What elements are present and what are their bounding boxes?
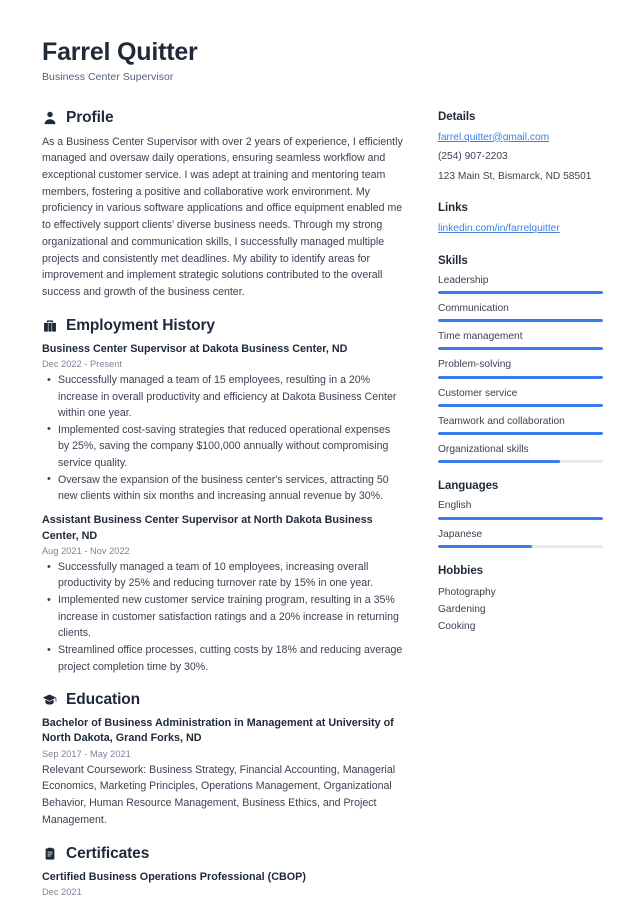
linkedin-link[interactable]: linkedin.com/in/farrelquitter — [438, 221, 603, 238]
bullet-item: Streamlined office processes, cutting co… — [42, 642, 404, 675]
skill-level-fill — [438, 290, 603, 294]
skill-level-fill — [438, 432, 603, 436]
education-entry-description: Relevant Coursework: Business Strategy, … — [42, 763, 396, 826]
skill-level-fill — [438, 375, 603, 379]
employment-entry: Business Center Supervisor at Dakota Bus… — [42, 342, 404, 505]
bullet-item: Oversaw the expansion of the business ce… — [42, 471, 404, 505]
language-level-fill — [438, 544, 533, 548]
main-column: Profile As a Business Center Supervisor … — [42, 109, 404, 913]
language-level-track — [438, 544, 603, 548]
skill-item: Communication — [438, 302, 603, 323]
section-title-employment: Employment History — [66, 316, 215, 334]
skill-level-track — [438, 432, 603, 436]
certificate-entry-date: Dec 2021 — [42, 886, 82, 897]
skill-level-fill — [438, 460, 561, 464]
employment-entry: Assistant Business Center Supervisor at … — [42, 513, 404, 675]
sidebar-title-skills: Skills — [438, 254, 468, 267]
skill-label: Leadership — [438, 274, 489, 286]
employment-heading-row: Employment History — [42, 317, 404, 335]
section-profile: Profile As a Business Center Supervisor … — [42, 109, 404, 301]
education-entry: Bachelor of Business Administration in M… — [42, 716, 404, 829]
language-item: Japanese — [438, 528, 603, 548]
section-employment-history: Employment History Business Center Super… — [42, 317, 404, 675]
bullet-item: Successfully managed a team of 10 employ… — [42, 559, 404, 592]
certificate-entry: Certified Business Operations Profession… — [42, 870, 404, 897]
education-entry-date: Sep 2017 - May 2021 — [42, 748, 131, 759]
resume-body: Profile As a Business Center Supervisor … — [42, 109, 603, 913]
section-education: Education Bachelor of Business Administr… — [42, 691, 404, 829]
sidebar-block-skills: Skills Leadership Communication Time man… — [438, 255, 603, 464]
skill-label: Problem-solving — [438, 359, 512, 371]
employment-entry-bullets: Successfully managed a team of 10 employ… — [42, 559, 404, 675]
mailing-address: 123 Main St, Bismarck, ND 58501 — [438, 170, 592, 182]
language-item: English — [438, 499, 603, 520]
certificate-icon — [42, 846, 57, 861]
candidate-name: Farrel Quitter — [42, 38, 198, 66]
graduation-cap-icon — [42, 692, 57, 707]
hobby-item: Photography — [438, 586, 496, 598]
skill-level-fill — [438, 319, 603, 323]
sidebar-column: Details farrel.quitter@gmail.com (254) 9… — [438, 109, 603, 653]
bullet-item: Successfully managed a team of 15 employ… — [42, 372, 404, 421]
employment-entry-date: Aug 2021 - Nov 2022 — [42, 546, 130, 557]
language-label: English — [438, 500, 472, 512]
skill-item: Teamwork and collaboration — [438, 415, 603, 436]
section-title-certificates: Certificates — [66, 844, 150, 862]
skill-level-fill — [438, 347, 603, 351]
skill-level-track — [438, 319, 603, 323]
sidebar-block-details: Details farrel.quitter@gmail.com (254) 9… — [438, 111, 603, 186]
sidebar-title-links: Links — [438, 202, 468, 215]
employment-entry-date: Dec 2022 - Present — [42, 359, 123, 370]
sidebar-block-hobbies: Hobbies Photography Gardening Cooking — [438, 565, 603, 635]
skill-level-track — [438, 375, 603, 379]
certificates-heading-row: Certificates — [42, 845, 404, 863]
phone-number: (254) 907-2203 — [438, 151, 508, 163]
sidebar-block-links: Links linkedin.com/in/farrelquitter — [438, 202, 603, 238]
section-certificates: Certificates Certified Business Operatio… — [42, 845, 404, 897]
bullet-item: Implemented new customer service trainin… — [42, 592, 404, 641]
candidate-job-title: Business Center Supervisor — [42, 70, 174, 83]
sidebar-block-languages: Languages English Japanese — [438, 480, 603, 548]
skill-item: Leadership — [438, 274, 603, 294]
skill-label: Communication — [438, 302, 509, 314]
skill-item: Time management — [438, 330, 603, 351]
skill-level-track — [438, 403, 603, 407]
skill-level-track — [438, 347, 603, 351]
skill-label: Time management — [438, 331, 523, 343]
skill-level-track — [438, 290, 603, 294]
skill-label: Organizational skills — [438, 444, 529, 456]
sidebar-title-hobbies: Hobbies — [438, 564, 484, 577]
briefcase-icon — [42, 318, 57, 333]
language-label: Japanese — [438, 528, 483, 540]
skill-label: Teamwork and collaboration — [438, 415, 565, 427]
skill-item: Organizational skills — [438, 443, 603, 464]
hobby-item: Gardening — [438, 603, 486, 615]
resume-page: Farrel Quitter Business Center Superviso… — [0, 0, 640, 905]
employment-entry-bullets: Successfully managed a team of 15 employ… — [42, 372, 404, 504]
email-link[interactable]: farrel.quitter@gmail.com — [438, 130, 603, 147]
profile-text: As a Business Center Supervisor with ove… — [42, 135, 403, 299]
employment-entry-title: Assistant Business Center Supervisor at … — [42, 514, 373, 542]
sidebar-title-details: Details — [438, 110, 476, 123]
education-heading-row: Education — [42, 691, 404, 709]
person-icon — [42, 110, 57, 125]
section-title-education: Education — [66, 690, 141, 708]
section-title-profile: Profile — [66, 108, 114, 126]
skill-label: Customer service — [438, 387, 518, 399]
resume-header: Farrel Quitter Business Center Superviso… — [42, 38, 600, 83]
bullet-item: Implemented cost-saving strategies that … — [42, 421, 404, 471]
skill-item: Problem-solving — [438, 358, 603, 379]
profile-heading-row: Profile — [42, 109, 404, 127]
skill-level-fill — [438, 403, 603, 407]
skill-item: Customer service — [438, 387, 603, 407]
sidebar-title-languages: Languages — [438, 480, 499, 493]
hobby-item: Cooking — [438, 621, 476, 633]
language-level-track — [438, 516, 603, 520]
employment-entry-title: Business Center Supervisor at Dakota Bus… — [42, 342, 348, 355]
certificate-entry-title: Certified Business Operations Profession… — [42, 870, 306, 883]
education-entry-title: Bachelor of Business Administration in M… — [42, 716, 394, 745]
skill-level-track — [438, 460, 603, 464]
language-level-fill — [438, 516, 603, 520]
